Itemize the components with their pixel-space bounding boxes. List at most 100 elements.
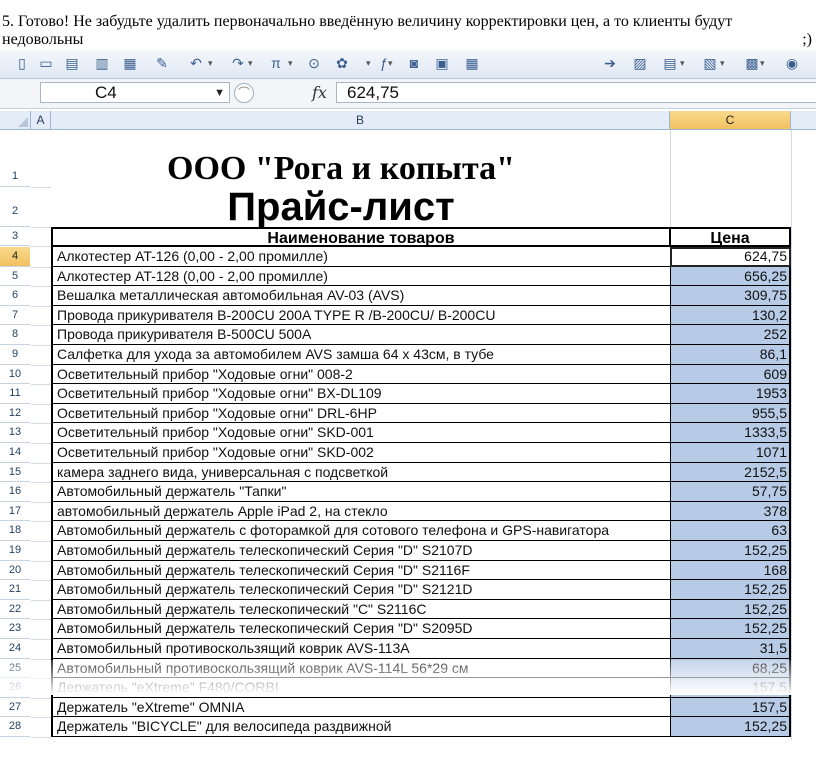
row-header-7[interactable]: 7 [0, 306, 30, 326]
row-header-8[interactable]: 8 [0, 325, 30, 345]
price-cell[interactable]: 1953 [670, 384, 791, 404]
dropdown-arrow-icon[interactable]: ▾ [680, 53, 685, 73]
dropdown-arrow-icon[interactable]: ▾ [760, 53, 765, 73]
copy-icon[interactable]: ▩ [742, 53, 762, 73]
price-cell[interactable]: 1071 [670, 443, 791, 463]
product-name-cell[interactable]: автомобильный держатель Apple iPad 2, на… [51, 501, 670, 522]
product-name-cell[interactable]: Держатель "BICYCLE" для велосипеда раздв… [51, 717, 670, 737]
price-cell[interactable]: 152,25 [670, 619, 791, 639]
product-name-cell[interactable]: Алкотестер AT-128 (0,00 - 2,00 промилле) [51, 266, 670, 287]
price-cell[interactable]: 57,75 [670, 482, 791, 502]
save-icon[interactable]: ▤ [62, 53, 82, 73]
row-header-20[interactable]: 20 [0, 561, 30, 581]
row-header-11[interactable]: 11 [0, 384, 30, 404]
dropdown-arrow-icon[interactable]: ▾ [288, 53, 293, 73]
product-name-cell[interactable]: Автомобильный держатель с фоторамкой для… [51, 521, 670, 541]
format-painter-icon[interactable]: ✎ [152, 53, 172, 73]
product-name-cell[interactable]: камера заднего вида, универсальная с под… [51, 462, 670, 483]
row-header-12[interactable]: 12 [0, 404, 30, 424]
price-cell[interactable]: 130,2 [670, 305, 791, 326]
row-header-18[interactable]: 18 [0, 521, 30, 541]
row-header-6[interactable]: 6 [0, 286, 30, 306]
product-name-cell[interactable]: Автомобильный держатель телескопический … [51, 541, 670, 561]
camera-icon[interactable]: ◙ [404, 53, 424, 73]
product-name-cell[interactable]: Автомобильный держатель "Тапки" [51, 482, 670, 502]
product-name-cell[interactable]: Осветительный прибор "Ходовые огни" SKD-… [51, 443, 670, 463]
equation-icon[interactable]: ⊙ [304, 53, 324, 73]
price-cell[interactable]: 86,1 [670, 345, 791, 365]
price-cell[interactable]: 309,75 [670, 286, 791, 306]
row-header-24[interactable]: 24 [0, 639, 30, 659]
column-header-d[interactable] [791, 111, 816, 129]
price-cell[interactable]: 656,25 [670, 266, 791, 287]
price-cell[interactable]: 624,75 [670, 247, 791, 267]
price-cell[interactable]: 252 [670, 325, 791, 345]
product-name-cell[interactable]: Осветительный прибор "Ходовые огни" BX-D… [51, 384, 670, 404]
price-cell[interactable]: 2152,5 [670, 462, 791, 483]
pi-icon[interactable]: π [266, 53, 286, 73]
redo-icon[interactable]: ↷ [228, 53, 248, 73]
row-header-5[interactable]: 5 [0, 267, 30, 287]
price-cell[interactable]: 168 [670, 560, 791, 581]
chevron-down-icon[interactable]: ▼ [214, 83, 225, 103]
dropdown-arrow-icon[interactable]: ▾ [208, 53, 213, 73]
dropdown-arrow-icon[interactable]: ▾ [248, 53, 253, 73]
zoom-icon[interactable]: ◉ [782, 53, 802, 73]
export-icon[interactable]: ▨ [630, 53, 650, 73]
name-box[interactable]: C4 ▼ [40, 82, 230, 103]
column-header-c[interactable]: C [670, 111, 791, 129]
table-icon[interactable]: ▦ [462, 53, 482, 73]
price-cell[interactable]: 378 [670, 501, 791, 522]
price-cell[interactable]: 609 [670, 364, 791, 385]
row-header-3[interactable]: 3 [0, 227, 30, 246]
column-header-a[interactable]: A [31, 111, 51, 129]
product-name-cell[interactable]: Вешалка металлическая автомобильная AV-0… [51, 286, 670, 306]
chart-icon[interactable]: ▧ [700, 53, 720, 73]
product-name-cell[interactable]: Провода прикуривателя B-200CU 200A TYPE … [51, 305, 670, 326]
row-header-16[interactable]: 16 [0, 482, 30, 502]
price-cell[interactable]: 152,25 [670, 541, 791, 561]
product-name-cell[interactable]: Автомобильный противоскользящий коврик A… [51, 639, 670, 659]
product-name-cell[interactable]: Осветительный прибор "Ходовые огни" SKD-… [51, 423, 670, 443]
product-name-cell[interactable]: Автомобильный держатель телескопический … [51, 560, 670, 581]
price-cell[interactable]: 63 [670, 521, 791, 541]
row-header-9[interactable]: 9 [0, 345, 30, 365]
product-name-cell[interactable]: Автомобильный держатель телескопический … [51, 619, 670, 639]
expand-formula-icon[interactable]: ⌒ [234, 83, 254, 103]
row-header-14[interactable]: 14 [0, 443, 30, 463]
open-icon[interactable]: ▭ [36, 53, 56, 73]
row-header-27[interactable]: 27 [0, 698, 30, 718]
price-cell[interactable]: 31,5 [670, 639, 791, 659]
row-header-13[interactable]: 13 [0, 423, 30, 443]
page-setup-icon[interactable]: ▤ [660, 53, 680, 73]
row-header-19[interactable]: 19 [0, 541, 30, 561]
price-cell[interactable]: 152,25 [670, 717, 791, 737]
new-document-icon[interactable]: ▯ [12, 53, 32, 73]
row-header-22[interactable]: 22 [0, 600, 30, 620]
print-icon[interactable]: ▥ [92, 53, 112, 73]
price-cell[interactable]: 152,25 [670, 580, 791, 600]
price-cell[interactable]: 955,5 [670, 403, 791, 424]
product-name-cell[interactable]: Алкотестер AT-126 (0,00 - 2,00 промилле) [51, 247, 670, 267]
arrow-right-icon[interactable]: ➔ [600, 53, 620, 73]
insert-icon[interactable]: ✿ [332, 53, 352, 73]
row-header-15[interactable]: 15 [0, 463, 30, 483]
product-name-cell[interactable]: Держатель "eXtreme" OMNIA [51, 697, 670, 718]
insert-function-icon[interactable]: fx [312, 82, 327, 104]
select-all-corner[interactable] [0, 111, 31, 129]
header-price-cell[interactable]: Цена [669, 227, 791, 247]
dropdown-arrow-icon[interactable]: ▾ [388, 53, 393, 73]
product-name-cell[interactable]: Автомобильный держатель телескопический … [51, 599, 670, 620]
row-header-21[interactable]: 21 [0, 580, 30, 600]
dropdown-arrow-icon[interactable]: ▾ [720, 53, 725, 73]
product-name-cell[interactable]: Провода прикуривателя B-500CU 500A [51, 325, 670, 345]
print-preview-icon[interactable]: ▦ [120, 53, 140, 73]
row-header-23[interactable]: 23 [0, 619, 30, 639]
product-name-cell[interactable]: Осветительный прибор "Ходовые огни" DRL-… [51, 403, 670, 424]
lock-icon[interactable]: ▣ [432, 53, 452, 73]
product-name-cell[interactable]: Осветительный прибор "Ходовые огни" 008-… [51, 364, 670, 385]
dropdown-arrow-icon[interactable]: ▾ [366, 53, 371, 73]
formula-input[interactable]: 624,75 [336, 82, 816, 103]
column-header-b[interactable]: B [51, 111, 670, 129]
row-header-2[interactable]: 2 [0, 187, 30, 227]
